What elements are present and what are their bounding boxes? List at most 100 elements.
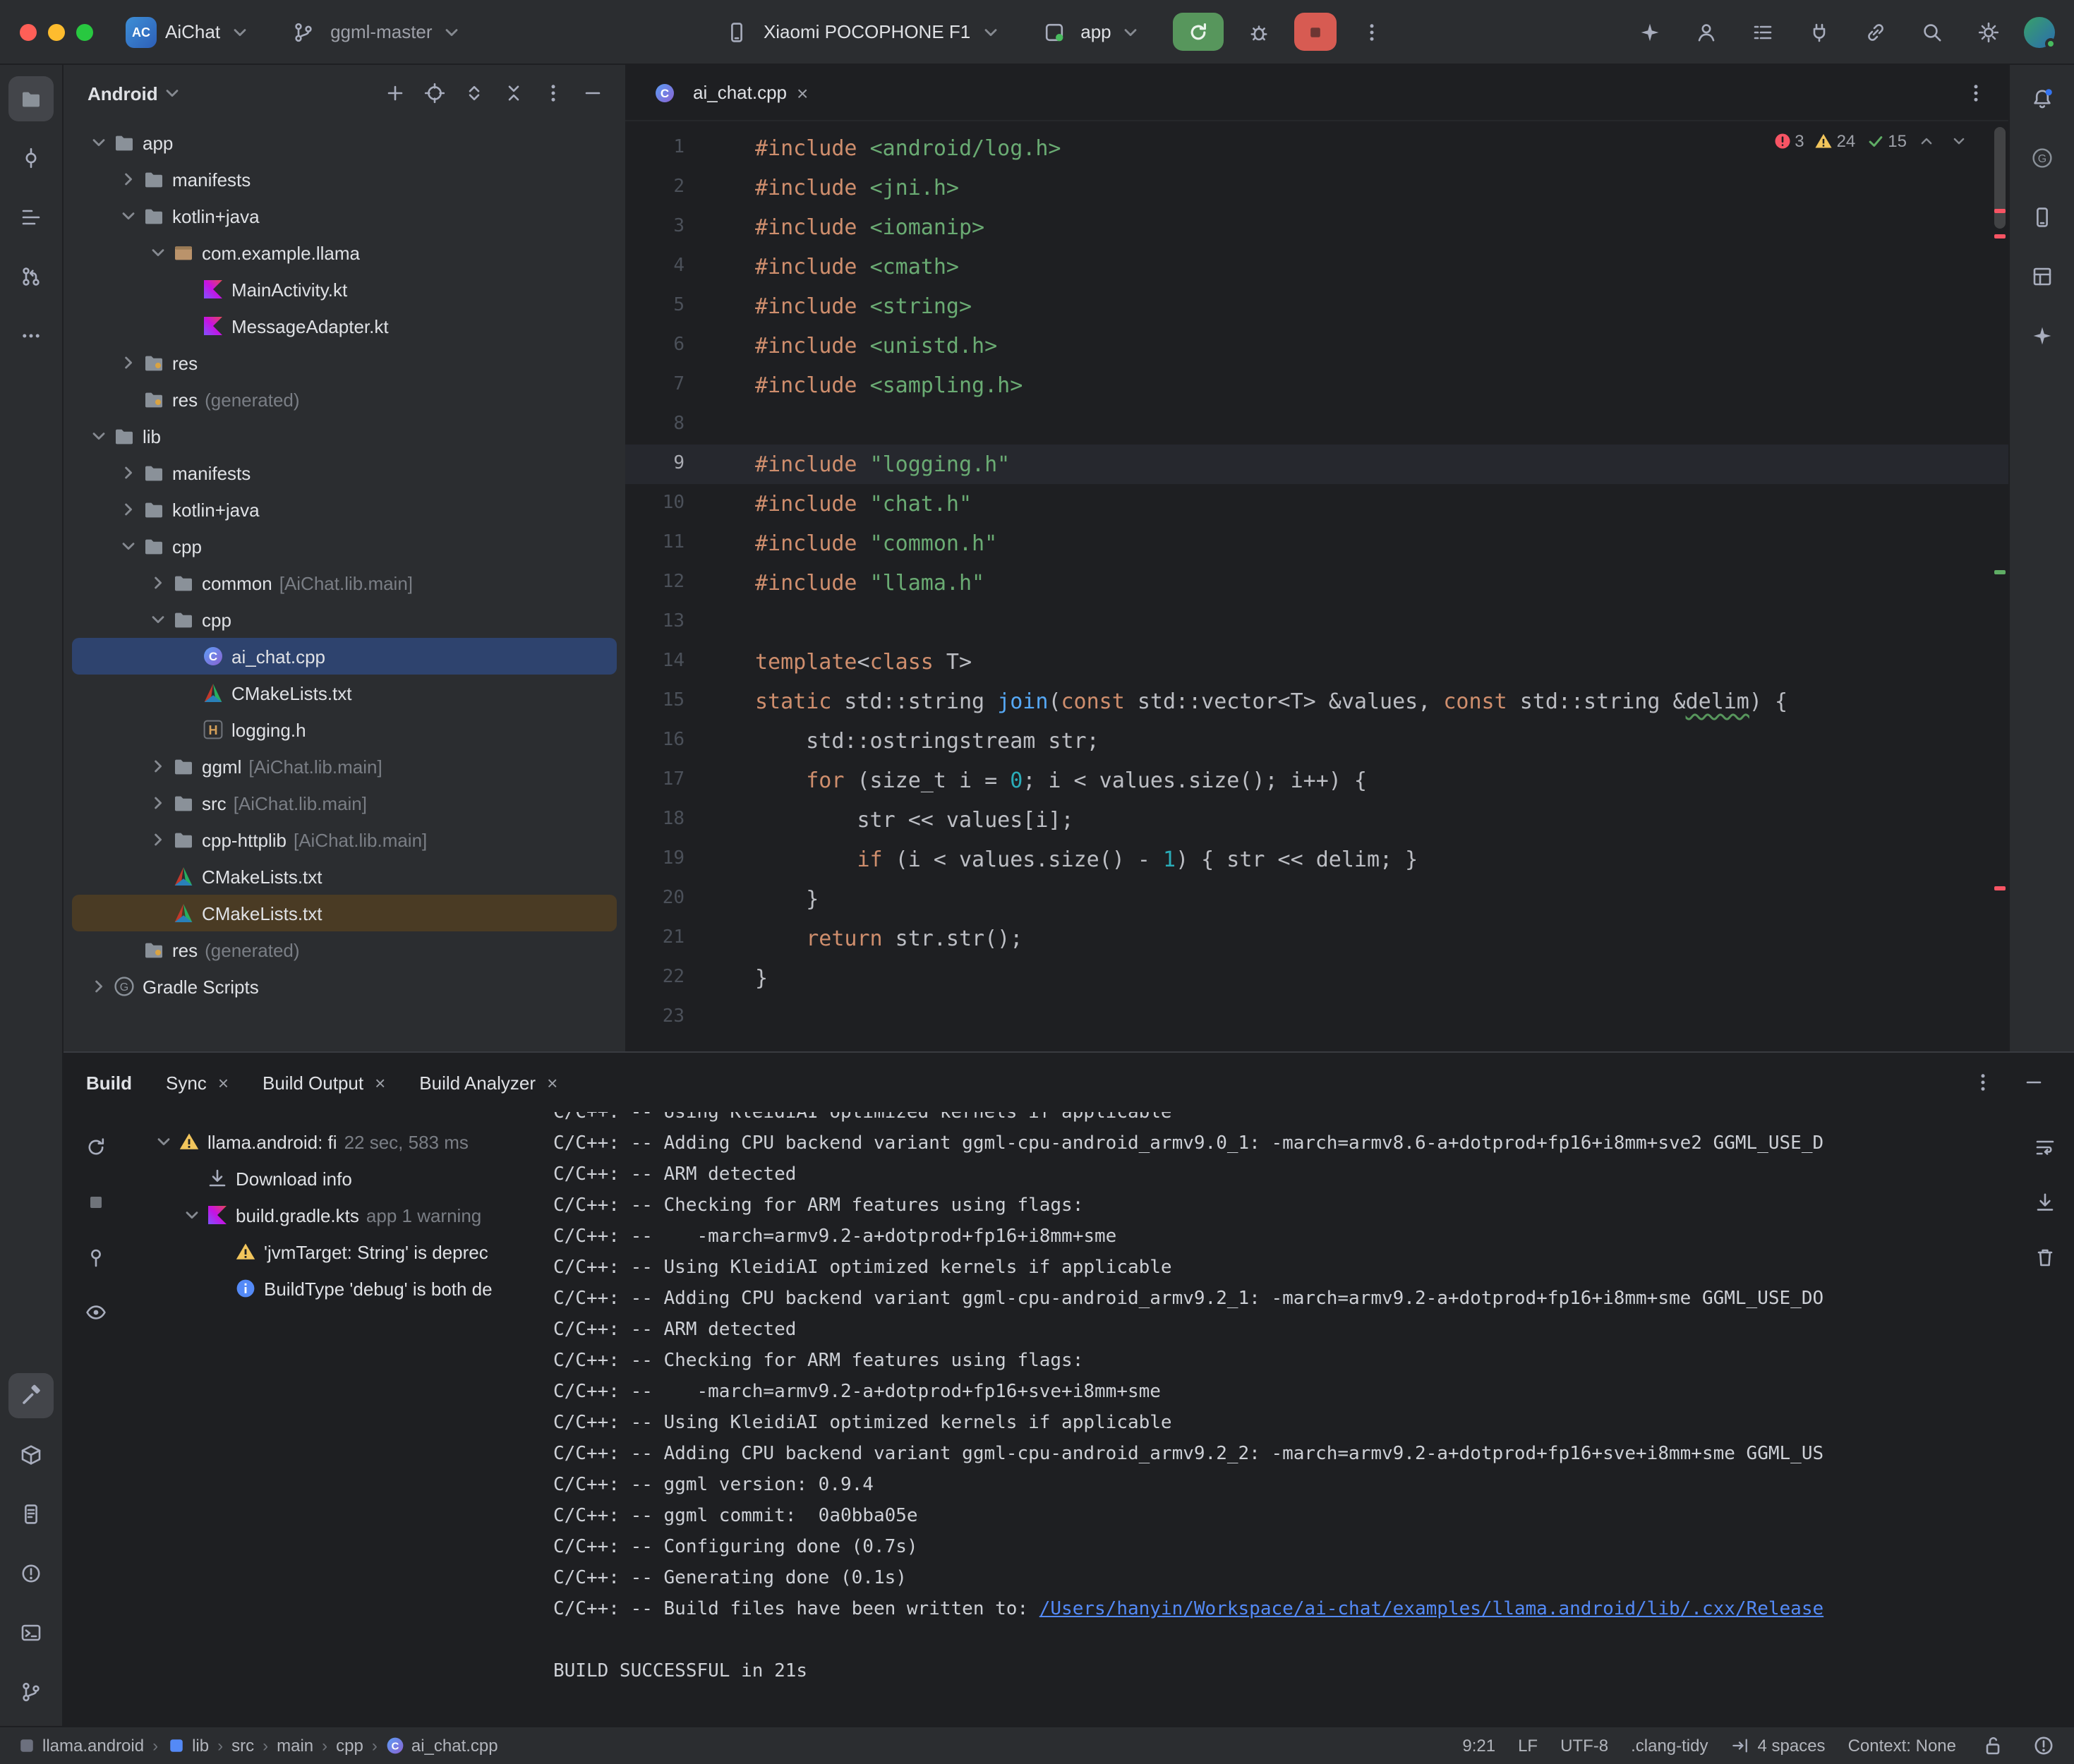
rerun-build-button[interactable]: [77, 1129, 114, 1166]
commit-tool-button[interactable]: [8, 135, 54, 181]
debug-button[interactable]: [1238, 12, 1281, 52]
inspections-widget[interactable]: 3 24 15: [1772, 131, 1972, 151]
build-tree-item-buildtype-debug-is-both-de[interactable]: BuildType 'debug' is both de: [127, 1270, 536, 1307]
code-with-me-icon[interactable]: [1685, 12, 1728, 52]
tree-item-kotlin-java[interactable]: kotlin+java: [72, 491, 617, 528]
tree-item-lib[interactable]: lib: [72, 418, 617, 454]
notifications-button[interactable]: [2020, 76, 2065, 121]
breadcrumb-llama-android[interactable]: llama.android: [17, 1736, 144, 1756]
settings-icon[interactable]: [1967, 12, 2010, 52]
prev-problem-icon[interactable]: [1917, 131, 1936, 151]
chevron-right-icon[interactable]: [88, 975, 110, 998]
tree-item-gradle-scripts[interactable]: GGradle Scripts: [72, 968, 617, 1005]
packages-tool-button[interactable]: [8, 1432, 54, 1478]
breadcrumb[interactable]: llama.android›lib›src›main›cpp›Cai_chat.…: [17, 1736, 498, 1756]
chevron-down-icon[interactable]: [181, 1204, 203, 1226]
tree-item-manifests[interactable]: manifests: [72, 454, 617, 491]
chevron-right-icon[interactable]: [117, 351, 140, 374]
tree-item-src[interactable]: src[AiChat.lib.main]: [72, 785, 617, 821]
line-ending-indicator[interactable]: LF: [1518, 1736, 1538, 1756]
build-tree-item-llama-android-fi[interactable]: llama.android: fi22 sec, 583 ms: [127, 1123, 536, 1160]
breadcrumb-main[interactable]: main: [277, 1736, 313, 1756]
editor-scrollbar[interactable]: [1993, 121, 2007, 1051]
tree-item-app[interactable]: app: [72, 124, 617, 161]
clang-tidy-indicator[interactable]: .clang-tidy: [1631, 1736, 1708, 1756]
chevron-down-icon[interactable]: [147, 608, 169, 631]
tree-item-res[interactable]: res: [72, 344, 617, 381]
project-view-selector[interactable]: Android: [88, 83, 158, 104]
new-file-button[interactable]: [377, 75, 414, 111]
share-icon[interactable]: [1855, 12, 1897, 52]
chevron-down-icon[interactable]: [88, 425, 110, 447]
tree-item-common[interactable]: common[AiChat.lib.main]: [72, 564, 617, 601]
profile-avatar[interactable]: [2024, 16, 2055, 47]
clear-console-icon[interactable]: [2027, 1239, 2063, 1276]
chevron-down-icon[interactable]: [152, 1130, 175, 1153]
gradle-tool-button[interactable]: G: [2020, 135, 2065, 181]
hide-build-panel-button[interactable]: [2015, 1064, 2052, 1101]
project-tool-button[interactable]: [8, 76, 54, 121]
run-button[interactable]: [1174, 13, 1224, 51]
terminal-tool-button[interactable]: [8, 1610, 54, 1655]
search-everywhere-icon[interactable]: [1911, 12, 1953, 52]
app-insights-tool-button[interactable]: [2020, 313, 2065, 358]
tree-item-mainactivity-kt[interactable]: MainActivity.kt: [72, 271, 617, 308]
tree-item-cpp[interactable]: cpp: [72, 601, 617, 638]
chevron-down-icon[interactable]: [117, 535, 140, 557]
pull-requests-tool-button[interactable]: [8, 254, 54, 299]
build-tab-build-output[interactable]: Build Output×: [263, 1072, 385, 1093]
context-indicator[interactable]: Context: None: [1848, 1736, 1956, 1756]
inspect-icon[interactable]: [77, 1294, 114, 1331]
device-manager-tool-button[interactable]: [2020, 195, 2065, 240]
tree-item-ggml[interactable]: ggml[AiChat.lib.main]: [72, 748, 617, 785]
tree-item-res[interactable]: res(generated): [72, 931, 617, 968]
close-tab-icon[interactable]: ×: [547, 1072, 557, 1093]
tree-item-logging-h[interactable]: Hlogging.h: [72, 711, 617, 748]
project-selector[interactable]: AC AiChat: [116, 12, 268, 52]
build-tab-sync[interactable]: Sync×: [166, 1072, 229, 1093]
minimize-window-button[interactable]: [48, 23, 65, 40]
tree-item-cpp-httplib[interactable]: cpp-httplib[AiChat.lib.main]: [72, 821, 617, 858]
chevron-right-icon[interactable]: [147, 755, 169, 778]
tree-item-manifests[interactable]: manifests: [72, 161, 617, 198]
vcs-branch-selector[interactable]: ggml-master: [282, 16, 481, 47]
build-panel-title[interactable]: Build: [86, 1072, 132, 1093]
expand-all-button[interactable]: [456, 75, 493, 111]
chevron-down-icon[interactable]: [88, 131, 110, 154]
build-tree-item-download-info[interactable]: Download info: [127, 1160, 536, 1197]
tree-item-ai-chat-cpp[interactable]: Cai_chat.cpp: [72, 638, 617, 675]
chevron-right-icon[interactable]: [117, 168, 140, 191]
logcat-tool-button[interactable]: [8, 1492, 54, 1537]
pin-icon[interactable]: [77, 1239, 114, 1276]
lock-icon[interactable]: [1979, 1732, 2007, 1760]
tree-item-cpp[interactable]: cpp: [72, 528, 617, 564]
build-tool-button[interactable]: [8, 1373, 54, 1418]
tree-item-res[interactable]: res(generated): [72, 381, 617, 418]
todo-icon[interactable]: [1742, 12, 1784, 52]
chevron-right-icon[interactable]: [117, 498, 140, 521]
breadcrumb-ai-chat-cpp[interactable]: Cai_chat.cpp: [386, 1736, 498, 1756]
select-opened-file-button[interactable]: [416, 75, 453, 111]
problems-tool-button[interactable]: [8, 1551, 54, 1596]
version-control-tool-button[interactable]: [8, 1669, 54, 1715]
notifications-status-icon[interactable]: [2030, 1732, 2058, 1760]
more-run-actions-button[interactable]: [1351, 12, 1394, 52]
breadcrumb-cpp[interactable]: cpp: [336, 1736, 363, 1756]
next-problem-icon[interactable]: [1949, 131, 1969, 151]
chevron-right-icon[interactable]: [147, 792, 169, 814]
close-tab-icon[interactable]: ×: [375, 1072, 385, 1093]
run-config-selector[interactable]: app: [1032, 16, 1159, 47]
collapse-all-button[interactable]: [495, 75, 532, 111]
build-options-button[interactable]: [1965, 1064, 2001, 1101]
hide-panel-button[interactable]: [574, 75, 611, 111]
scrollbar-thumb[interactable]: [1994, 127, 2006, 229]
build-console[interactable]: C/C++: -- Using KleidiAI optimized kerne…: [536, 1112, 2074, 1726]
chevron-down-icon[interactable]: [147, 241, 169, 264]
build-tree-item-build-gradle-kts[interactable]: build.gradle.ktsapp 1 warning: [127, 1197, 536, 1233]
chevron-right-icon[interactable]: [147, 572, 169, 594]
breadcrumb-src[interactable]: src: [231, 1736, 254, 1756]
stop-button[interactable]: [1295, 13, 1337, 51]
build-tab-build-analyzer[interactable]: Build Analyzer×: [419, 1072, 557, 1093]
ai-assistant-icon[interactable]: [1629, 12, 1671, 52]
stop-build-button[interactable]: [77, 1184, 114, 1221]
